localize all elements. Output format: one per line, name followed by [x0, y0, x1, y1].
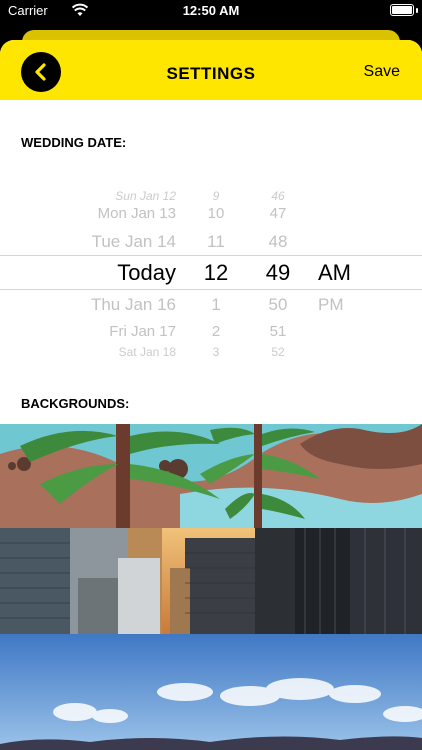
- picker-minute: 52: [271, 345, 285, 359]
- picker-date: Thu Jan 16: [90, 295, 176, 314]
- picker-date: Today: [117, 260, 176, 285]
- picker-row[interactable]: Sat Jan 18 3 52: [0, 338, 422, 365]
- settings-sheet: SETTINGS Save WEDDING DATE: Sun Jan 12 9…: [0, 40, 422, 750]
- backgrounds-label: BACKGROUNDS:: [21, 396, 130, 411]
- picker-minute: 47: [269, 205, 287, 222]
- save-button[interactable]: Save: [364, 63, 400, 81]
- battery-nub: [416, 8, 418, 13]
- picker-date: Tue Jan 14: [91, 232, 176, 251]
- picker-row[interactable]: Mon Jan 13 10 47: [0, 200, 422, 228]
- status-time: 12:50 AM: [182, 3, 240, 18]
- picker-minute: 48: [268, 232, 288, 251]
- date-time-picker[interactable]: Sun Jan 12 9 46 Mon Jan 13 10 47 Tue Jan…: [0, 180, 422, 365]
- picker-minute: 49: [265, 260, 291, 285]
- page-title: SETTINGS: [166, 64, 256, 83]
- picker-hour: 3: [212, 345, 220, 359]
- picker-row-selected[interactable]: Today 12 49 AM: [0, 259, 422, 287]
- picker-date: Mon Jan 13: [97, 205, 176, 222]
- picker-minute: 50: [268, 295, 288, 314]
- background-option-sky[interactable]: [0, 634, 422, 750]
- header-bar: SETTINGS Save: [0, 40, 422, 100]
- picker-hour: 1: [211, 295, 221, 314]
- wedding-date-label: WEDDING DATE:: [21, 135, 127, 150]
- battery-icon: [390, 4, 414, 16]
- status-bar: Carrier 12:50 AM: [0, 0, 422, 22]
- picker-ampm: AM: [318, 260, 351, 285]
- forest-illustration: [0, 424, 422, 528]
- picker-date: Sat Jan 18: [118, 345, 176, 359]
- picker-hour: 10: [207, 205, 225, 222]
- sky-photo: [0, 634, 422, 750]
- background-option-forest[interactable]: [0, 424, 422, 528]
- picker-row[interactable]: Tue Jan 14 11 48: [0, 228, 422, 256]
- picker-hour: 12: [203, 260, 229, 285]
- city-photo: [0, 528, 422, 634]
- background-option-city[interactable]: [0, 528, 422, 634]
- picker-ampm: PM: [318, 295, 344, 314]
- picker-row[interactable]: Thu Jan 16 1 50 PM: [0, 291, 422, 319]
- picker-hour: 11: [207, 232, 225, 251]
